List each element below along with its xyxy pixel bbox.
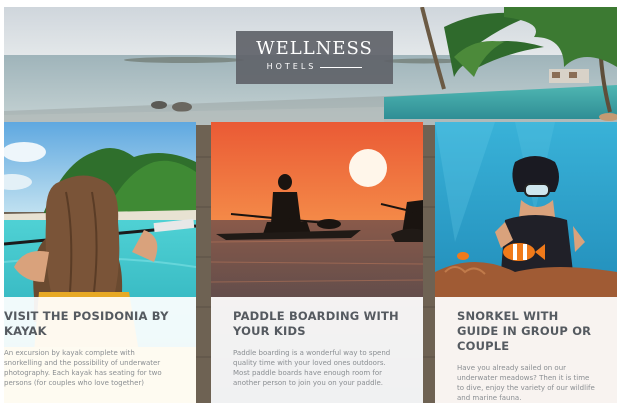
card-snorkel[interactable]: SNORKEL WITH GUIDE IN GROUP OR COUPLE Ha… [435,122,617,403]
card-kayak[interactable]: VISIT THE POSIDONIA BY KAYAK An excursio… [4,122,196,403]
brand-name: WELLNESS [256,38,373,59]
card-kayak-panel: VISIT THE POSIDONIA BY KAYAK An excursio… [4,297,196,403]
page-frame: WELLNESS HOTELS VISIT THE POSIDONIA BY K… [4,7,617,403]
card-paddle-title[interactable]: PADDLE BOARDING WITH YOUR KIDS [233,309,401,339]
card-snorkel-panel: SNORKEL WITH GUIDE IN GROUP OR COUPLE Ha… [435,297,617,403]
card-snorkel-text: Have you already sailed on our underwate… [457,364,595,402]
brand-tagline-row: HOTELS [236,62,393,73]
card-kayak-text: An excursion by kayak complete with snor… [4,349,162,387]
logo-divider [320,66,363,68]
card-paddle[interactable]: PADDLE BOARDING WITH YOUR KIDS Paddle bo… [211,122,423,403]
card-kayak-title[interactable]: VISIT THE POSIDONIA BY KAYAK [4,309,174,339]
card-paddle-text: Paddle boarding is a wonderful way to sp… [233,349,391,387]
brand-logo[interactable]: WELLNESS HOTELS [236,31,393,84]
card-paddle-panel: PADDLE BOARDING WITH YOUR KIDS Paddle bo… [211,297,423,403]
card-snorkel-title[interactable]: SNORKEL WITH GUIDE IN GROUP OR COUPLE [457,309,595,354]
brand-tagline: HOTELS [266,62,317,71]
